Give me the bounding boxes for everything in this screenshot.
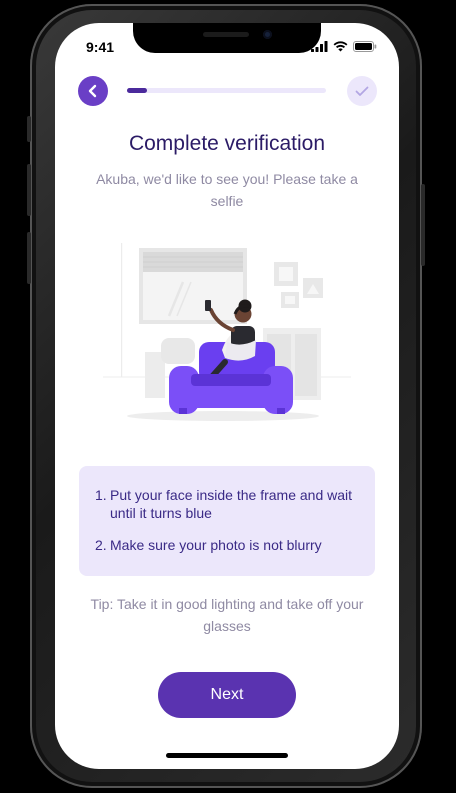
instruction-text: Put your face inside the frame and wait … [110,487,353,521]
check-icon [355,86,369,96]
front-camera [263,30,272,39]
progress-bar [127,88,326,93]
mute-switch [27,116,31,142]
instruction-item: 2. Make sure your photo is not blurry [95,536,361,554]
back-button[interactable] [78,76,108,106]
volume-up-button [27,164,31,216]
speaker-grille [203,32,249,37]
page-title: Complete verification [128,132,326,155]
tip-text: Tip: Take it in good lighting and take o… [90,596,364,634]
progress-fill [127,88,147,93]
page-subtitle: Akuba, we'd like to see you! Please take… [96,171,358,209]
next-button[interactable]: Next [158,672,296,718]
instructions-box: 1. Put your face inside the frame and wa… [79,466,375,576]
completion-step-indicator [347,76,377,106]
selfie-illustration [103,243,351,421]
wifi-icon [333,41,348,52]
status-time: 9:41 [86,39,115,55]
instruction-number: 2. [95,537,107,553]
power-button [421,184,425,266]
volume-down-button [27,232,31,284]
chevron-left-icon [88,84,97,98]
signal-icon [311,41,328,52]
notch [133,23,321,53]
home-indicator[interactable] [166,753,288,758]
instruction-text: Make sure your photo is not blurry [110,537,322,553]
status-icons [311,41,377,52]
instruction-item: 1. Put your face inside the frame and wa… [95,486,361,522]
battery-icon [353,41,377,52]
app-screen: 9:41 Complete verification Akuba, we'd l… [55,23,399,769]
instruction-number: 1. [95,487,107,503]
